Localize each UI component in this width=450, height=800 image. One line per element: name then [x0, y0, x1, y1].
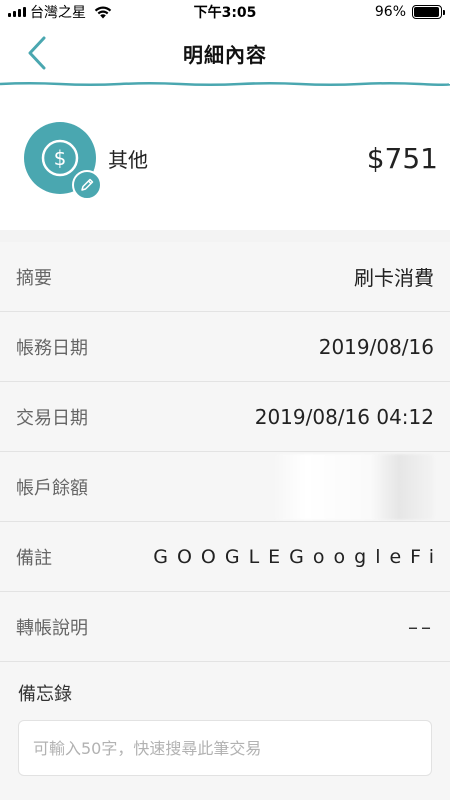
status-right: 96% [374, 4, 445, 20]
detail-label: 備註 [16, 547, 52, 569]
balance-redacted [274, 453, 434, 520]
status-bar: 台灣之星 下午3:05 96% [0, 0, 450, 24]
detail-row-transaction-date: 交易日期 2019/08/16 04:12 [0, 382, 450, 452]
wifi-icon [94, 6, 112, 18]
transaction-summary: $ 其他 $751 [0, 86, 450, 230]
detail-label: 帳戶餘額 [16, 477, 88, 499]
detail-value: 2019/08/16 [318, 334, 434, 359]
detail-value: 2019/08/16 04:12 [254, 404, 434, 429]
svg-text:$: $ [54, 146, 67, 170]
category-icon-wrap: $ [24, 122, 102, 200]
detail-value: GOOGLEGoogleFi [153, 545, 443, 568]
detail-row-summary: 摘要 刷卡消費 [0, 242, 450, 312]
battery-icon [412, 5, 445, 19]
battery-percent: 96% [374, 4, 406, 20]
carrier-name: 台灣之星 [30, 5, 86, 21]
status-time: 下午3:05 [193, 5, 257, 21]
pencil-icon [81, 178, 94, 191]
memo-section: 備忘錄 照片 [0, 662, 450, 800]
detail-row-remark: 備註 GOOGLEGoogleFi [0, 522, 450, 592]
detail-row-balance: 帳戶餘額 [0, 452, 450, 522]
section-gap [0, 230, 450, 242]
amount: $751 [366, 141, 438, 175]
detail-value: 刷卡消費 [354, 266, 434, 290]
detail-label: 摘要 [16, 267, 52, 289]
nav-bar: 明細內容 [0, 24, 450, 82]
battery-fill [414, 7, 439, 17]
category-name: 其他 [108, 147, 148, 172]
detail-row-posting-date: 帳務日期 2019/08/16 [0, 312, 450, 382]
detail-row-transfer-note: 轉帳說明 –– [0, 592, 450, 662]
dollar-icon: $ [41, 139, 79, 177]
memo-label: 備忘錄 [18, 684, 72, 705]
status-left: 台灣之星 [8, 2, 112, 22]
detail-label: 帳務日期 [16, 337, 88, 359]
detail-label: 轉帳說明 [16, 617, 88, 639]
page-title: 明細內容 [183, 42, 267, 67]
detail-label: 交易日期 [16, 407, 88, 429]
signal-icon [8, 7, 26, 17]
edit-category-button[interactable] [72, 170, 102, 200]
chevron-left-icon [28, 36, 46, 70]
photo-label: 照片 [18, 796, 432, 800]
back-button[interactable] [22, 36, 52, 70]
detail-value: –– [408, 614, 434, 639]
memo-input[interactable] [18, 720, 432, 776]
